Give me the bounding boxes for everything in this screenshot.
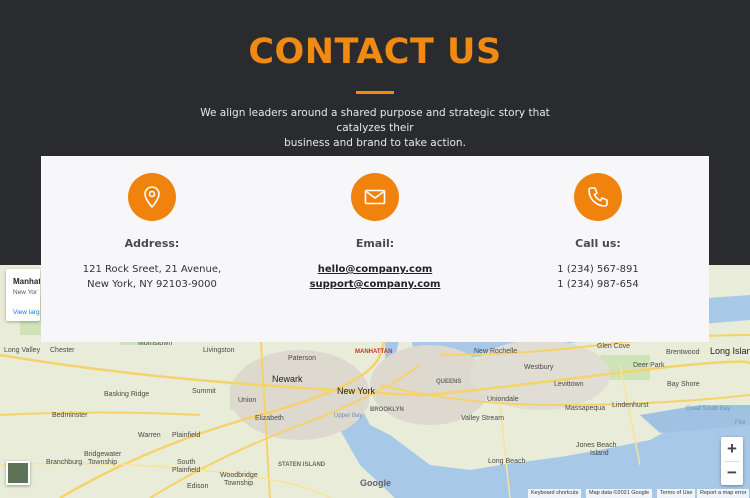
map-label: Chester	[50, 347, 75, 354]
map-label: Union	[238, 397, 257, 404]
map-label: Livingston	[203, 347, 235, 354]
map-place-card: Manhat New Yor View larg	[6, 269, 40, 321]
map-label: Branchburg	[46, 459, 83, 466]
map-label: Basking Ridge	[104, 391, 150, 398]
map-label: Paterson	[288, 355, 317, 362]
subtitle: We align leaders around a shared purpose…	[185, 106, 565, 151]
email-link-support[interactable]: support@company.com	[264, 279, 486, 290]
map-label: Bedminster	[52, 412, 88, 419]
map-label: Upper Bay	[334, 413, 363, 419]
map-label: Uniondale	[487, 396, 519, 403]
zoom-in-button[interactable]: +	[721, 437, 743, 461]
map-label: Fire	[735, 420, 746, 426]
report-error-link[interactable]: Report a map error	[697, 489, 750, 498]
envelope-icon	[351, 173, 399, 221]
phone-title: Call us:	[575, 237, 621, 250]
map-label: Bridgewater	[84, 451, 122, 458]
map-label: New York	[337, 386, 376, 396]
map-label: Long Valley	[4, 347, 41, 354]
address-column: Address: 121 Rock Sreet, 21 Avenue, New …	[41, 156, 263, 342]
phone-column: Call us: 1 (234) 567-891 1 (234) 987-654	[487, 156, 709, 342]
map-label: Deer Park	[633, 362, 665, 369]
email-column: Email: hello@company.com support@company…	[264, 156, 486, 342]
email-title: Email:	[355, 237, 395, 250]
map-label: Elizabeth	[255, 415, 284, 422]
satellite-toggle[interactable]	[6, 461, 30, 485]
email-link-hello[interactable]: hello@company.com	[264, 264, 486, 275]
map-label: Long Beach	[488, 458, 526, 465]
phone-number-2[interactable]: 1 (234) 987-654	[487, 279, 709, 290]
place-name: Manhat	[13, 277, 40, 286]
map-label: Brentwood	[666, 349, 700, 356]
place-address: New Yor	[13, 289, 38, 296]
map-label: Massapequa	[565, 405, 606, 412]
map-label: MANHATTAN	[355, 349, 393, 355]
phone-icon	[574, 173, 622, 221]
map-label: Plainfield	[172, 432, 201, 439]
map-label: Jones Beach	[576, 442, 617, 449]
map-label: Westbury	[524, 364, 554, 371]
map-label: STATEN ISLAND	[278, 462, 326, 468]
address-line-1: 121 Rock Sreet, 21 Avenue,	[82, 264, 222, 275]
map-label: Glen Cove	[597, 343, 631, 350]
map-label: Levittown	[554, 381, 584, 388]
map-label: Warren	[138, 432, 161, 439]
map-label: Township	[224, 480, 254, 487]
zoom-out-button[interactable]: −	[721, 461, 743, 485]
phone-number-1[interactable]: 1 (234) 567-891	[487, 264, 709, 275]
map-label: Plainfield	[172, 467, 201, 474]
contact-card: Address: 121 Rock Sreet, 21 Avenue, New …	[41, 156, 709, 342]
map-data-attribution: Map data ©2021 Google	[586, 489, 653, 498]
map-label: Township	[88, 459, 118, 466]
map-label: BROOKLYN	[370, 407, 404, 413]
map-label: Bay Shore	[667, 381, 700, 388]
map-label: Lindenhurst	[612, 402, 649, 409]
page-title: CONTACT US	[248, 32, 502, 72]
map-label: Valley Stream	[461, 415, 505, 422]
terms-link[interactable]: Terms of Use	[657, 489, 696, 498]
zoom-control: + −	[721, 437, 743, 485]
address-title: Address:	[124, 237, 180, 250]
map-label: Woodbridge	[220, 472, 258, 479]
subtitle-line-1: We align leaders around a shared purpose…	[200, 107, 550, 134]
map-label: New Rochelle	[474, 348, 518, 355]
map-label: South	[177, 459, 196, 466]
title-underline	[356, 91, 394, 94]
map-label: Newark	[272, 374, 303, 384]
location-pin-icon	[128, 173, 176, 221]
map-label: Summit	[192, 388, 216, 395]
map-label: QUEENS	[436, 379, 462, 385]
address-line-2: New York, NY 92103-9000	[87, 279, 217, 290]
keyboard-shortcuts-link[interactable]: Keyboard shortcuts	[528, 489, 582, 498]
map-label: Long Island	[710, 346, 750, 356]
subtitle-line-2: business and brand to take action.	[284, 137, 466, 149]
map-label: Great South Bay	[686, 406, 731, 412]
map-label: Edison	[187, 483, 209, 490]
view-larger-map-link[interactable]: View larg	[13, 309, 40, 316]
map-label: Island	[590, 450, 609, 457]
google-logo: Google	[360, 478, 391, 488]
